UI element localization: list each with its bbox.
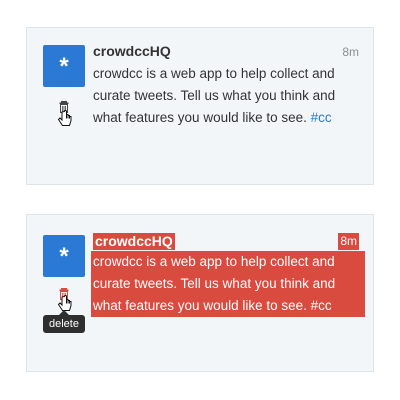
tweet-body: crowdcc is a web app to help collect and… (93, 66, 336, 125)
tweet-body: crowdcc is a web app to help collect and… (93, 254, 336, 313)
avatar[interactable]: * (43, 235, 85, 277)
tweet-text: crowdcc is a web app to help collect and… (91, 251, 365, 317)
tweet-author[interactable]: crowdccHQ (93, 233, 175, 250)
hashtag-link[interactable]: #cc (311, 298, 332, 313)
tweet-card: * crowdccHQ 8m crowdcc is a web app to h… (26, 27, 374, 185)
tweet-author[interactable]: crowdccHQ (93, 43, 171, 60)
tweet-text: crowdcc is a web app to help collect and… (93, 63, 363, 129)
delete-tooltip: delete (43, 310, 85, 333)
avatar[interactable]: * (43, 45, 85, 87)
trash-icon[interactable] (57, 100, 73, 132)
tweet-timestamp: 8m (342, 45, 359, 59)
hashtag-link[interactable]: #cc (311, 110, 332, 125)
tweet-timestamp: 8m (338, 233, 359, 250)
tweet-card-highlighted: * delete crowdccHQ 8m crowdcc is a web a… (26, 214, 374, 372)
